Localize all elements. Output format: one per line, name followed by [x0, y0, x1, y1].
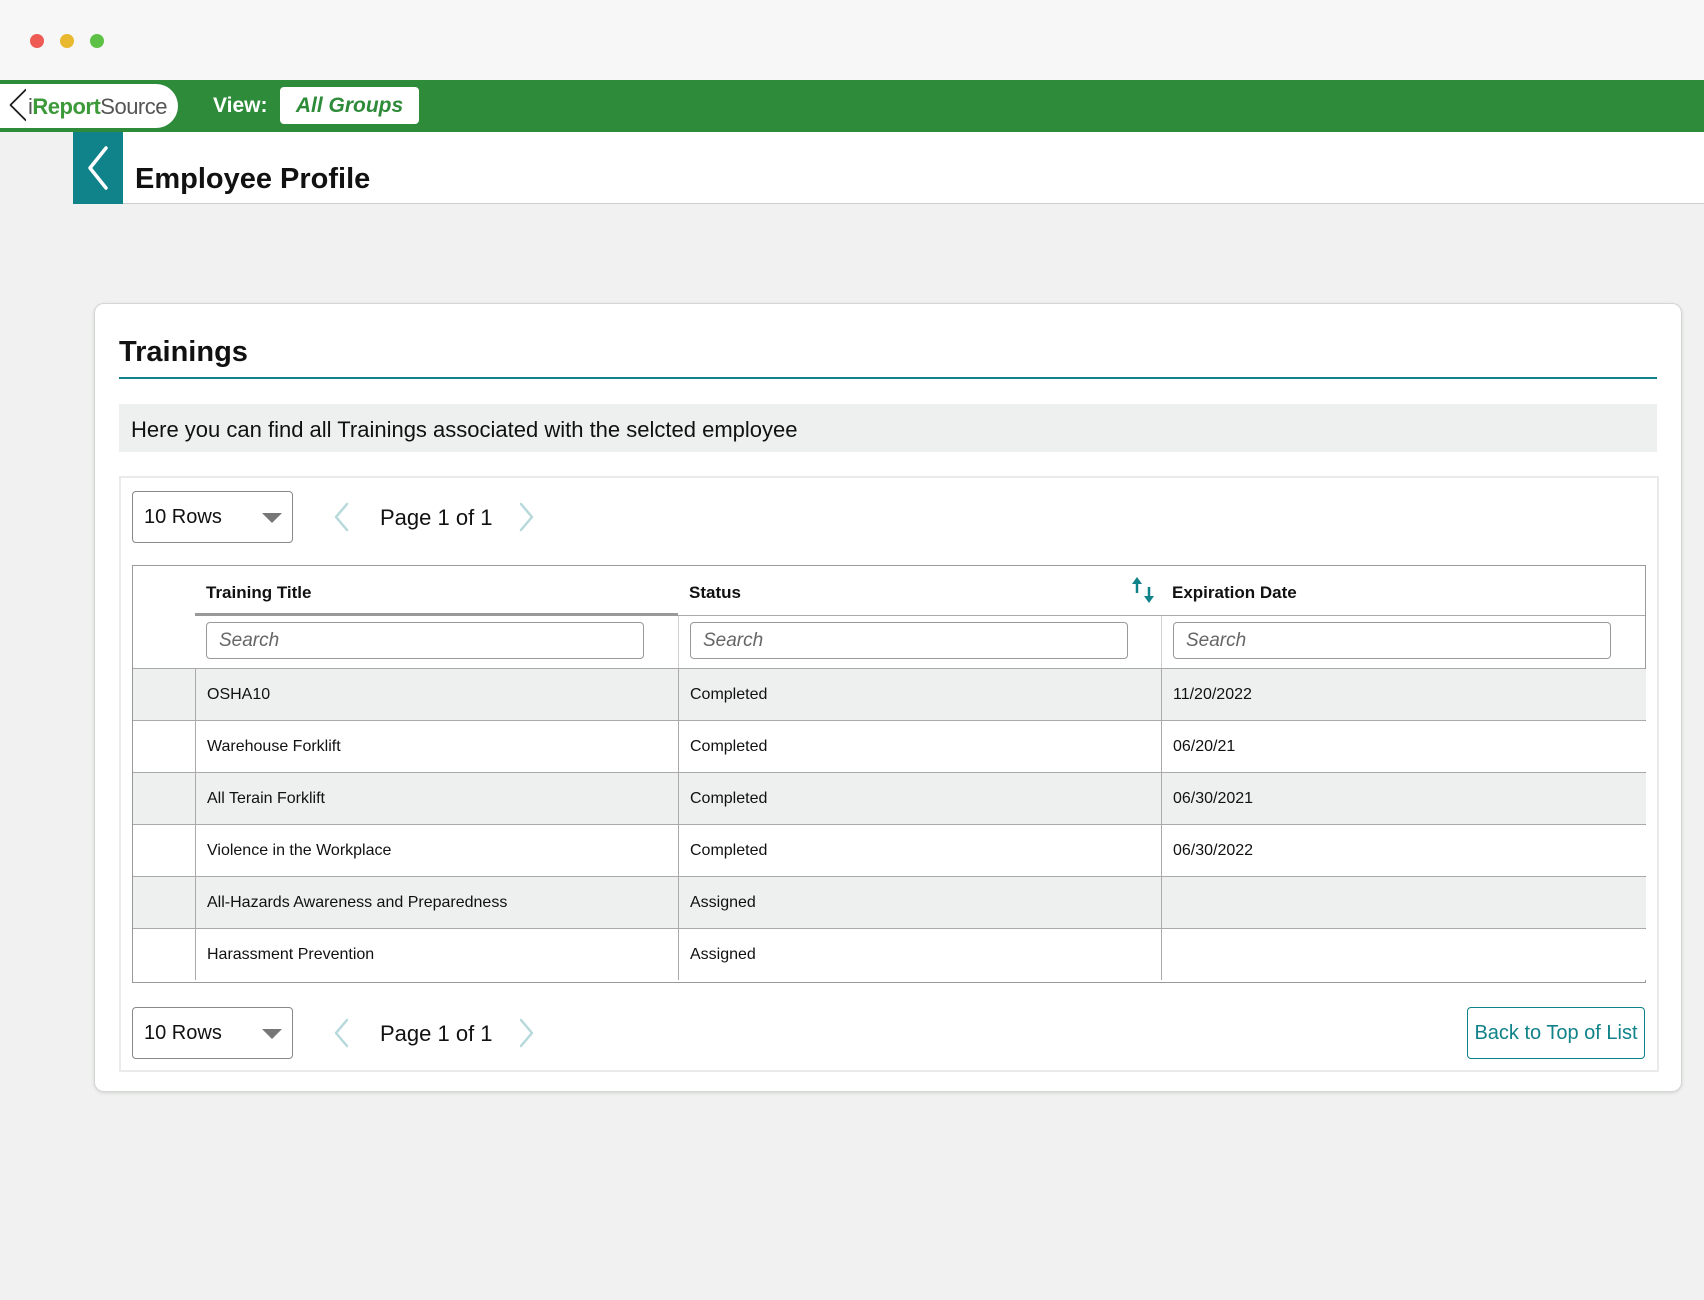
filter-cell	[1161, 616, 1646, 668]
row-stub	[133, 616, 195, 668]
info-banner: Here you can find all Trainings associat…	[119, 404, 1657, 452]
maximize-window-button[interactable]	[90, 34, 104, 48]
pager-bottom: 10 Rows Page 1 of 1	[132, 1007, 534, 1059]
rows-per-page-select[interactable]: 10 Rows	[132, 491, 293, 543]
view-group-value: All Groups	[295, 93, 404, 117]
status-search-input[interactable]	[690, 622, 1128, 659]
rows-per-page-value: 10 Rows	[144, 1022, 222, 1044]
close-window-button[interactable]	[30, 34, 44, 48]
row-stub	[133, 929, 195, 980]
pager-top: 10 Rows Page 1 of 1	[132, 491, 534, 543]
expiration-date-cell: 06/20/21	[1161, 721, 1646, 772]
training-title-cell: All Terain Forklift	[195, 773, 679, 824]
table-row[interactable]: All-Hazards Awareness and Preparedness A…	[133, 877, 1646, 929]
chevron-right-icon	[519, 502, 534, 532]
chevron-right-icon	[519, 1018, 534, 1048]
expiration-date-cell: 11/20/2022	[1161, 669, 1646, 720]
view-label: View:	[213, 94, 268, 117]
table-row[interactable]: Warehouse Forklift Completed 06/20/21	[133, 721, 1646, 773]
row-stub	[133, 721, 195, 772]
app-navbar: iReportSource View: All Groups	[0, 80, 1704, 132]
chevron-left-icon	[334, 502, 349, 532]
column-header-training-title[interactable]: Training Title	[195, 566, 678, 616]
page-indicator: Page 1 of 1	[380, 505, 493, 530]
previous-page-button[interactable]	[326, 1018, 356, 1048]
page-indicator: Page 1 of 1	[380, 1021, 493, 1046]
row-stub	[133, 773, 195, 824]
logo-text: iReportSource	[28, 94, 167, 119]
column-header-status[interactable]: Status	[678, 566, 1161, 616]
page-header: Employee Profile	[73, 132, 1704, 204]
heading-divider	[119, 377, 1657, 379]
training-title-cell: All-Hazards Awareness and Preparedness	[195, 877, 679, 928]
expiration-date-cell: 06/30/2022	[1161, 825, 1646, 876]
status-cell: Completed	[678, 825, 1162, 876]
table-row[interactable]: Harassment Prevention Assigned	[133, 929, 1646, 980]
caret-down-icon	[262, 1029, 282, 1039]
trainings-heading: Trainings	[119, 336, 248, 368]
expiration-date-cell: 06/30/2021	[1161, 773, 1646, 824]
training-title-cell: OSHA10	[195, 669, 679, 720]
trainings-card: Trainings Here you can find all Training…	[94, 303, 1682, 1092]
training-title-cell: Violence in the Workplace	[195, 825, 679, 876]
info-text: Here you can find all Trainings associat…	[131, 417, 798, 442]
window-titlebar	[0, 0, 1704, 80]
row-stub	[133, 877, 195, 928]
trainings-table: Training Title Status Expiration Date Se…	[132, 565, 1646, 983]
page-title: Employee Profile	[135, 163, 371, 195]
filter-row	[133, 616, 1645, 669]
training-title-search-input[interactable]	[206, 622, 644, 659]
next-page-button[interactable]	[512, 1018, 542, 1048]
row-stub	[133, 669, 195, 720]
view-group-selector[interactable]: All Groups	[280, 87, 419, 124]
chevron-left-icon	[88, 146, 108, 190]
status-cell: Completed	[678, 721, 1162, 772]
sort-icon[interactable]	[1129, 576, 1157, 604]
minimize-window-button[interactable]	[60, 34, 74, 48]
filter-cell	[195, 616, 678, 668]
caret-down-icon	[262, 513, 282, 523]
expiration-date-cell	[1161, 877, 1646, 928]
back-to-top-button[interactable]: Back to Top of List	[1467, 1007, 1645, 1059]
expiration-date-search-input[interactable]	[1173, 622, 1611, 659]
status-cell: Assigned	[678, 877, 1162, 928]
previous-page-button[interactable]	[326, 502, 356, 532]
table-row[interactable]: All Terain Forklift Completed 06/30/2021	[133, 773, 1646, 825]
rows-per-page-value: 10 Rows	[144, 506, 222, 528]
column-header-expiration-date[interactable]: Expiration Date	[1161, 566, 1645, 616]
back-to-top-label: Back to Top of List	[1474, 1021, 1638, 1044]
rows-per-page-select[interactable]: 10 Rows	[132, 1007, 293, 1059]
chevron-left-icon	[334, 1018, 349, 1048]
expiration-date-cell	[1161, 929, 1646, 980]
table-row[interactable]: Violence in the Workplace Completed 06/3…	[133, 825, 1646, 877]
next-page-button[interactable]	[512, 502, 542, 532]
row-stub	[133, 825, 195, 876]
filter-cell	[678, 616, 1162, 668]
status-cell: Completed	[678, 669, 1162, 720]
back-button[interactable]	[73, 132, 123, 204]
training-title-cell: Harassment Prevention	[195, 929, 679, 980]
status-cell: Completed	[678, 773, 1162, 824]
table-row[interactable]: OSHA10 Completed 11/20/2022	[133, 669, 1646, 721]
training-title-cell: Warehouse Forklift	[195, 721, 679, 772]
status-cell: Assigned	[678, 929, 1162, 980]
ireportsource-logo[interactable]: iReportSource	[0, 84, 178, 128]
trainings-grid: 10 Rows Page 1 of 1 Training Title Statu…	[119, 476, 1659, 1072]
